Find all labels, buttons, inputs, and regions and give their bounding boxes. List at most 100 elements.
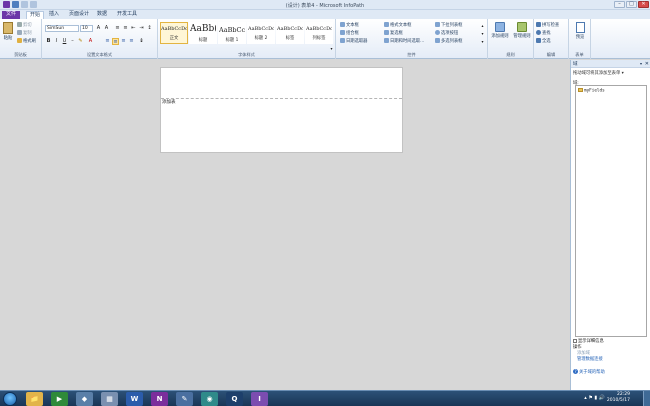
form-group-label: 表单 [575,52,584,57]
strikethrough-button[interactable]: – [69,38,76,45]
style-heading-1[interactable]: AaBbCcI 标题 1 [218,22,246,44]
underline-button[interactable]: U [61,38,68,45]
form-page[interactable]: 添加表 [160,67,403,153]
shrink-font-button[interactable]: A [103,25,110,32]
format-painter-label: 格式刷 [23,39,36,44]
bold-button[interactable]: B [45,38,52,45]
numbering-button[interactable]: ≡ [122,25,129,32]
select-all-button[interactable]: 全选 [536,38,551,44]
style-heading-2[interactable]: AaBbCcDd 标题 2 [247,22,275,44]
table-label[interactable]: 添加表 [162,99,176,105]
style-column-label[interactable]: AaBbCcDd 列标签 [305,22,333,44]
rich-textbox-control[interactable]: 格式文本框 [384,22,411,28]
outdent-button[interactable]: ⇤ [130,25,137,32]
line-spacing-icon[interactable]: ↨ [138,38,145,45]
highlight-icon[interactable]: ✎ [77,38,84,45]
taskbar-app-media[interactable]: ▶ [51,392,68,406]
find-button[interactable]: 查找 [536,30,551,36]
spelling-icon [536,22,541,27]
taskbar-app-explorer[interactable]: 📁 [26,392,43,406]
controls-more-icon[interactable]: ▾ [479,38,486,45]
font-size-select[interactable]: 10 [80,25,93,32]
align-center-icon[interactable]: ≡ [112,38,119,45]
list-icon [435,38,440,43]
combobox-control[interactable]: 组合框 [340,30,359,36]
bullets-button[interactable]: ≡ [114,25,121,32]
font-color-icon[interactable]: A [87,38,94,45]
preview-button[interactable]: 预览 [572,22,588,40]
justify-icon[interactable]: ≡ [128,38,135,45]
styles-more-icon[interactable]: ▾ [328,45,335,52]
taskbar-app-qq[interactable]: Q [226,392,243,406]
indent-button[interactable]: ⇥ [138,25,145,32]
controls-group: 文本框 组合框 日期选取器 格式文本框 复选框 日期和时间选取... 下拉列表框… [336,19,488,59]
taskbar-app-app4[interactable]: ▦ [101,392,118,406]
show-desktop-button[interactable] [643,391,650,406]
tree-item[interactable]: myFields [578,88,605,94]
dropdown-icon [435,22,440,27]
tab-file[interactable]: 文件 [2,11,20,19]
manage-rules-button[interactable]: 管理规则 [512,22,532,39]
checkbox-icon [573,338,577,343]
tab-page-design[interactable]: 页面设计 [66,11,92,19]
datetime-picker-control[interactable]: 日期和时间选取... [384,38,424,44]
system-clock[interactable]: 22:29 2010/5/17 [607,392,630,404]
textbox-control[interactable]: 文本框 [340,22,359,28]
align-right-icon[interactable]: ≡ [120,38,127,45]
section-divider [161,98,402,99]
taskbar-app-word[interactable]: W [126,392,143,406]
styles-group: AaBbCcDd 正文 AaBb( 标题 AaBbCcI 标题 1 AaBbCc… [158,19,336,59]
format-painter-button[interactable]: 格式刷 [17,38,36,44]
controls-scroll-down-icon[interactable]: ▾ [479,30,486,37]
italic-button[interactable]: I [53,38,60,45]
grow-font-button[interactable]: A [95,25,102,32]
folder-icon [578,88,583,92]
taskbar-app-app7[interactable]: ✎ [176,392,193,406]
sort-button[interactable]: ↕ [146,25,153,32]
fields-help-link[interactable]: ? 关于域的帮助 [573,369,605,375]
align-left-icon[interactable]: ≡ [104,38,111,45]
taskbar-app-onenote[interactable]: N [151,392,168,406]
calendar-icon [340,38,345,43]
add-rule-label: 添加规则 [491,34,509,39]
option-button-control[interactable]: 选项按钮 [435,30,458,36]
pane-close-icon[interactable]: ✕ [645,61,649,67]
style-label[interactable]: AaBbCcDd 标签 [276,22,304,44]
minimize-button[interactable]: – [614,1,625,8]
start-button[interactable] [3,392,17,406]
maximize-button[interactable]: □ [626,1,637,8]
taskbar-app-app8[interactable]: ◉ [201,392,218,406]
style-sample: AaBbCcDd [161,26,187,32]
cut-button[interactable]: 剪切 [17,22,32,28]
textbox-icon [340,22,345,27]
font-name-select[interactable]: SimSun [45,25,79,32]
dropdown-list-control[interactable]: 下拉列表框 [435,22,462,28]
tab-developer[interactable]: 开发工具 [114,11,140,19]
multi-select-control[interactable]: 多选列表框 [435,38,462,44]
fields-tree[interactable]: myFields [575,85,647,337]
checkbox-icon [384,30,389,35]
style-name: 标题 [198,38,208,43]
style-title[interactable]: AaBb( 标题 [189,22,217,44]
manage-connections-link[interactable]: 管理数据连接 [577,356,603,362]
spelling-button[interactable]: 拼写检查 [536,22,559,28]
checkbox-control[interactable]: 复选框 [384,30,403,36]
tab-insert[interactable]: 插入 [46,11,62,19]
tab-data[interactable]: 数据 [94,11,110,19]
date-picker-control[interactable]: 日期选取器 [340,38,367,44]
pane-options-icon[interactable]: ▾ [640,61,642,66]
paste-button[interactable]: 粘贴 [3,22,13,41]
taskbar-app-infopath[interactable]: I [251,392,268,406]
add-rule-button[interactable]: 添加规则 [491,22,509,39]
fields-pane: 域 ▾ ✕ 拖动域可将其添加至表单 ▾ 域: myFields 显示详细信息 操… [570,60,650,390]
close-button[interactable]: ✕ [638,1,649,8]
controls-scroll-up-icon[interactable]: ▴ [479,22,486,29]
style-sample: AaBbCcDd [277,26,303,32]
taskbar-app-app3[interactable]: ◆ [76,392,93,406]
copy-button[interactable]: 复制 [17,30,32,36]
tab-home[interactable]: 开始 [26,11,45,19]
tray-icons[interactable]: ▴ ⚑ ▮ 🔊 [584,395,605,401]
style-normal[interactable]: AaBbCcDd 正文 [160,22,188,44]
clipboard-group-label: 剪贴板 [14,52,27,57]
drag-hint[interactable]: 拖动域可将其添加至表单 ▾ [573,70,624,76]
